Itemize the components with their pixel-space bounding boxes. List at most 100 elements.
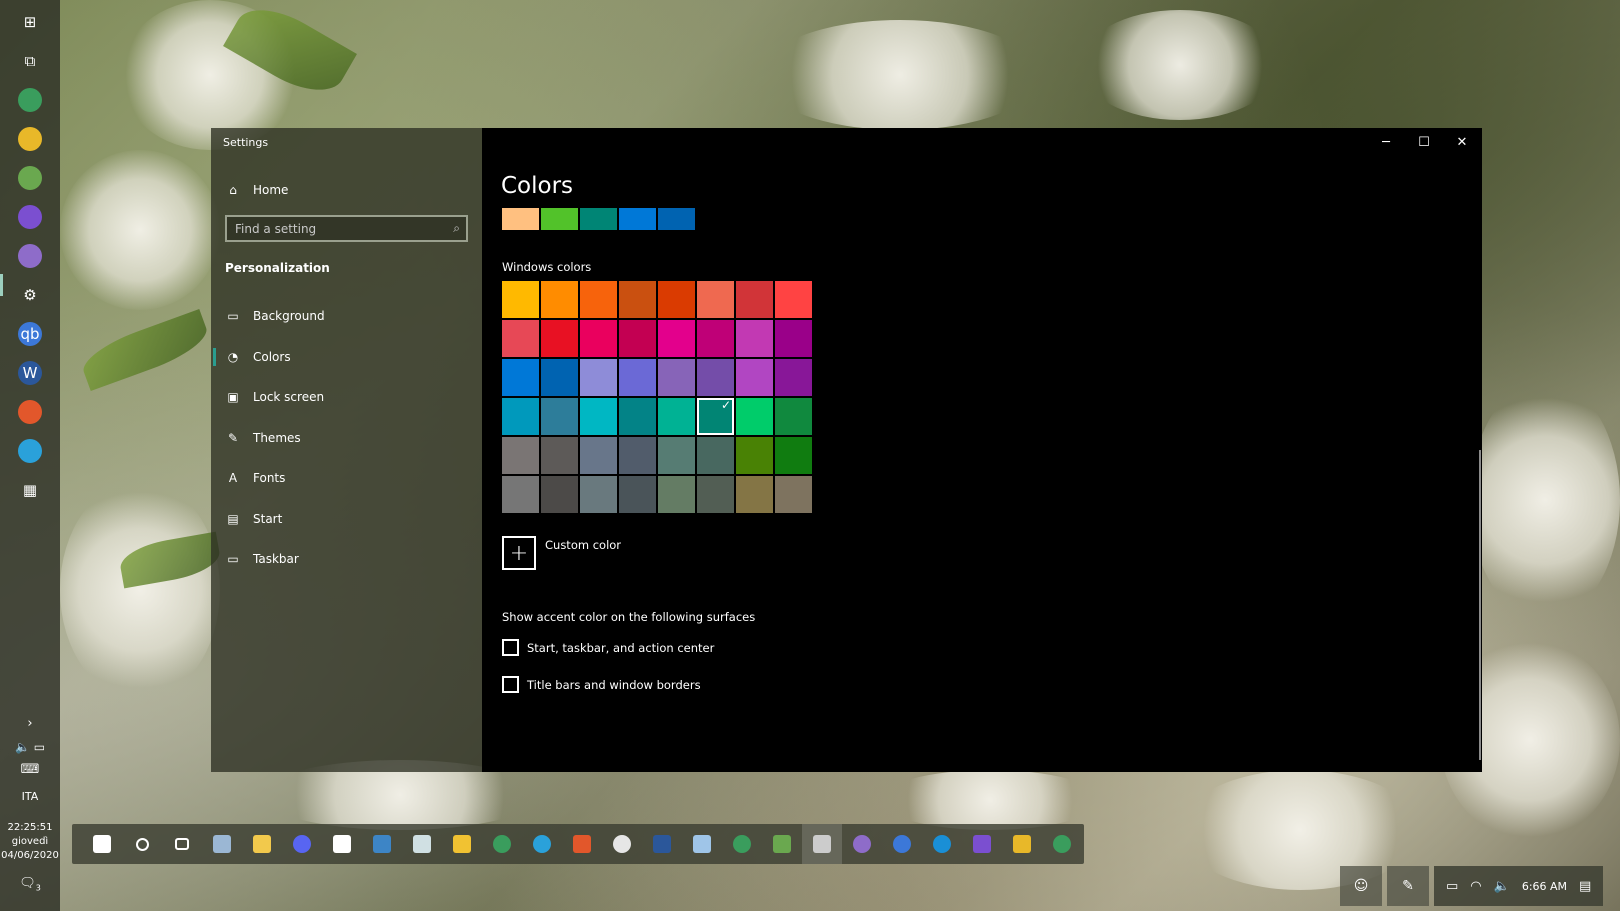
photos-icon[interactable] (202, 824, 242, 864)
color-swatch[interactable] (502, 476, 539, 513)
color-swatch[interactable] (775, 437, 812, 474)
color-swatch[interactable] (697, 359, 734, 396)
settings-gear-icon[interactable]: ⚙ (18, 283, 42, 307)
color-swatch[interactable] (502, 437, 539, 474)
color-swatch[interactable] (619, 320, 656, 357)
color-swatch[interactable] (658, 398, 695, 435)
color-swatch[interactable] (697, 437, 734, 474)
color-swatch[interactable] (658, 281, 695, 318)
color-swatch-selected[interactable] (697, 398, 734, 435)
telegram-icon[interactable] (18, 439, 42, 463)
pen-workspace-icon[interactable]: ✎ (1387, 866, 1429, 906)
clock-date[interactable]: 04/06/2020 (0, 850, 60, 861)
color-swatch[interactable] (502, 320, 539, 357)
people-icon[interactable]: ☺ (1340, 866, 1382, 906)
sidebar-item-start[interactable]: ▤ Start (225, 507, 282, 531)
widgets-icon[interactable] (322, 824, 362, 864)
brave-icon[interactable] (562, 824, 602, 864)
start-icon[interactable] (82, 824, 122, 864)
word-icon[interactable]: W (18, 361, 42, 385)
edge-canary-icon[interactable] (482, 824, 522, 864)
telegram-icon[interactable] (522, 824, 562, 864)
tray-clock[interactable]: 6:66 AM (1522, 880, 1567, 893)
edge-canary3-icon[interactable] (1042, 824, 1082, 864)
color-swatch[interactable] (619, 476, 656, 513)
color-swatch[interactable] (619, 398, 656, 435)
chat-app-icon[interactable] (18, 244, 42, 268)
search-icon[interactable]: ⌕ (453, 221, 460, 236)
action-center-icon[interactable]: 🗨3 (0, 876, 60, 893)
color-swatch[interactable] (541, 476, 578, 513)
nav-home[interactable]: ⌂ Home (225, 178, 288, 202)
color-swatch[interactable] (541, 398, 578, 435)
qbittorrent-icon[interactable] (882, 824, 922, 864)
start-taskbar-checkbox[interactable] (502, 639, 519, 656)
file-explorer-icon[interactable] (1002, 824, 1042, 864)
volume-network-icons[interactable]: 🔈 ▭ (0, 740, 60, 754)
color-swatch[interactable] (736, 359, 773, 396)
color-swatch[interactable] (580, 320, 617, 357)
color-swatch[interactable] (541, 281, 578, 318)
search-input[interactable]: Find a setting ⌕ (225, 215, 468, 242)
color-swatch[interactable] (736, 398, 773, 435)
color-swatch[interactable] (541, 320, 578, 357)
color-swatch[interactable] (697, 281, 734, 318)
color-swatch[interactable] (541, 359, 578, 396)
color-swatch[interactable] (697, 320, 734, 357)
titlebars-checkbox[interactable] (502, 676, 519, 693)
tablet-mode-icon[interactable]: ▭ (1446, 879, 1458, 894)
color-swatch[interactable] (619, 281, 656, 318)
widgets-icon[interactable]: ▦ (18, 478, 42, 502)
clock-app-icon[interactable] (602, 824, 642, 864)
keyboard-icon[interactable]: ⌨ (0, 762, 60, 777)
file-explorer-icon[interactable] (18, 127, 42, 151)
recent-color-swatch[interactable] (619, 208, 656, 230)
titlebars-checkbox-row[interactable]: Title bars and window borders (502, 676, 701, 693)
edge-icon[interactable] (922, 824, 962, 864)
settings-gear-icon[interactable] (802, 824, 842, 864)
color-swatch[interactable] (658, 359, 695, 396)
sidebar-item-themes[interactable]: ✎ Themes (225, 426, 301, 450)
color-swatch[interactable] (502, 398, 539, 435)
color-swatch[interactable] (697, 476, 734, 513)
tray-expand-icon[interactable]: › (0, 716, 60, 731)
recent-color-swatch[interactable] (541, 208, 578, 230)
color-swatch[interactable] (658, 320, 695, 357)
task-view-icon[interactable]: ⧉ (18, 49, 42, 73)
windows-start-icon[interactable]: ⊞ (18, 10, 42, 34)
notes-icon[interactable] (442, 824, 482, 864)
color-swatch[interactable] (580, 281, 617, 318)
visual-studio-icon[interactable] (962, 824, 1002, 864)
start-taskbar-checkbox-row[interactable]: Start, taskbar, and action center (502, 639, 714, 656)
color-swatch[interactable] (775, 398, 812, 435)
recent-color-swatch[interactable] (502, 208, 539, 230)
color-swatch[interactable] (580, 398, 617, 435)
color-swatch[interactable] (619, 359, 656, 396)
color-swatch[interactable] (658, 476, 695, 513)
brave-icon[interactable] (18, 400, 42, 424)
color-swatch[interactable] (736, 320, 773, 357)
volume-icon[interactable]: 🔈 (1494, 879, 1510, 894)
discord-icon[interactable] (282, 824, 322, 864)
clock-day[interactable]: giovedì (0, 836, 60, 847)
language-indicator[interactable]: ITA (0, 790, 60, 803)
notepad-icon[interactable] (762, 824, 802, 864)
color-swatch[interactable] (541, 437, 578, 474)
minimize-button[interactable]: ─ (1368, 132, 1404, 154)
close-button[interactable]: ✕ (1444, 132, 1480, 154)
notepad-icon[interactable] (18, 166, 42, 190)
sidebar-item-colors[interactable]: ◔ Colors (213, 345, 291, 369)
color-swatch[interactable] (736, 281, 773, 318)
edge-canary2-icon[interactable] (722, 824, 762, 864)
sidebar-item-lock-screen[interactable]: ▣ Lock screen (225, 385, 324, 409)
color-swatch[interactable] (580, 359, 617, 396)
visual-studio-icon[interactable] (18, 205, 42, 229)
sidebar-item-background[interactable]: ▭ Background (225, 304, 324, 328)
color-swatch[interactable] (736, 437, 773, 474)
custom-color-button[interactable]: + Custom color (502, 536, 621, 570)
word-icon[interactable] (642, 824, 682, 864)
sidebar-item-taskbar[interactable]: ▭ Taskbar (225, 547, 298, 571)
maximize-button[interactable]: ☐ (1406, 132, 1442, 154)
color-swatch[interactable] (502, 281, 539, 318)
color-swatch[interactable] (580, 476, 617, 513)
